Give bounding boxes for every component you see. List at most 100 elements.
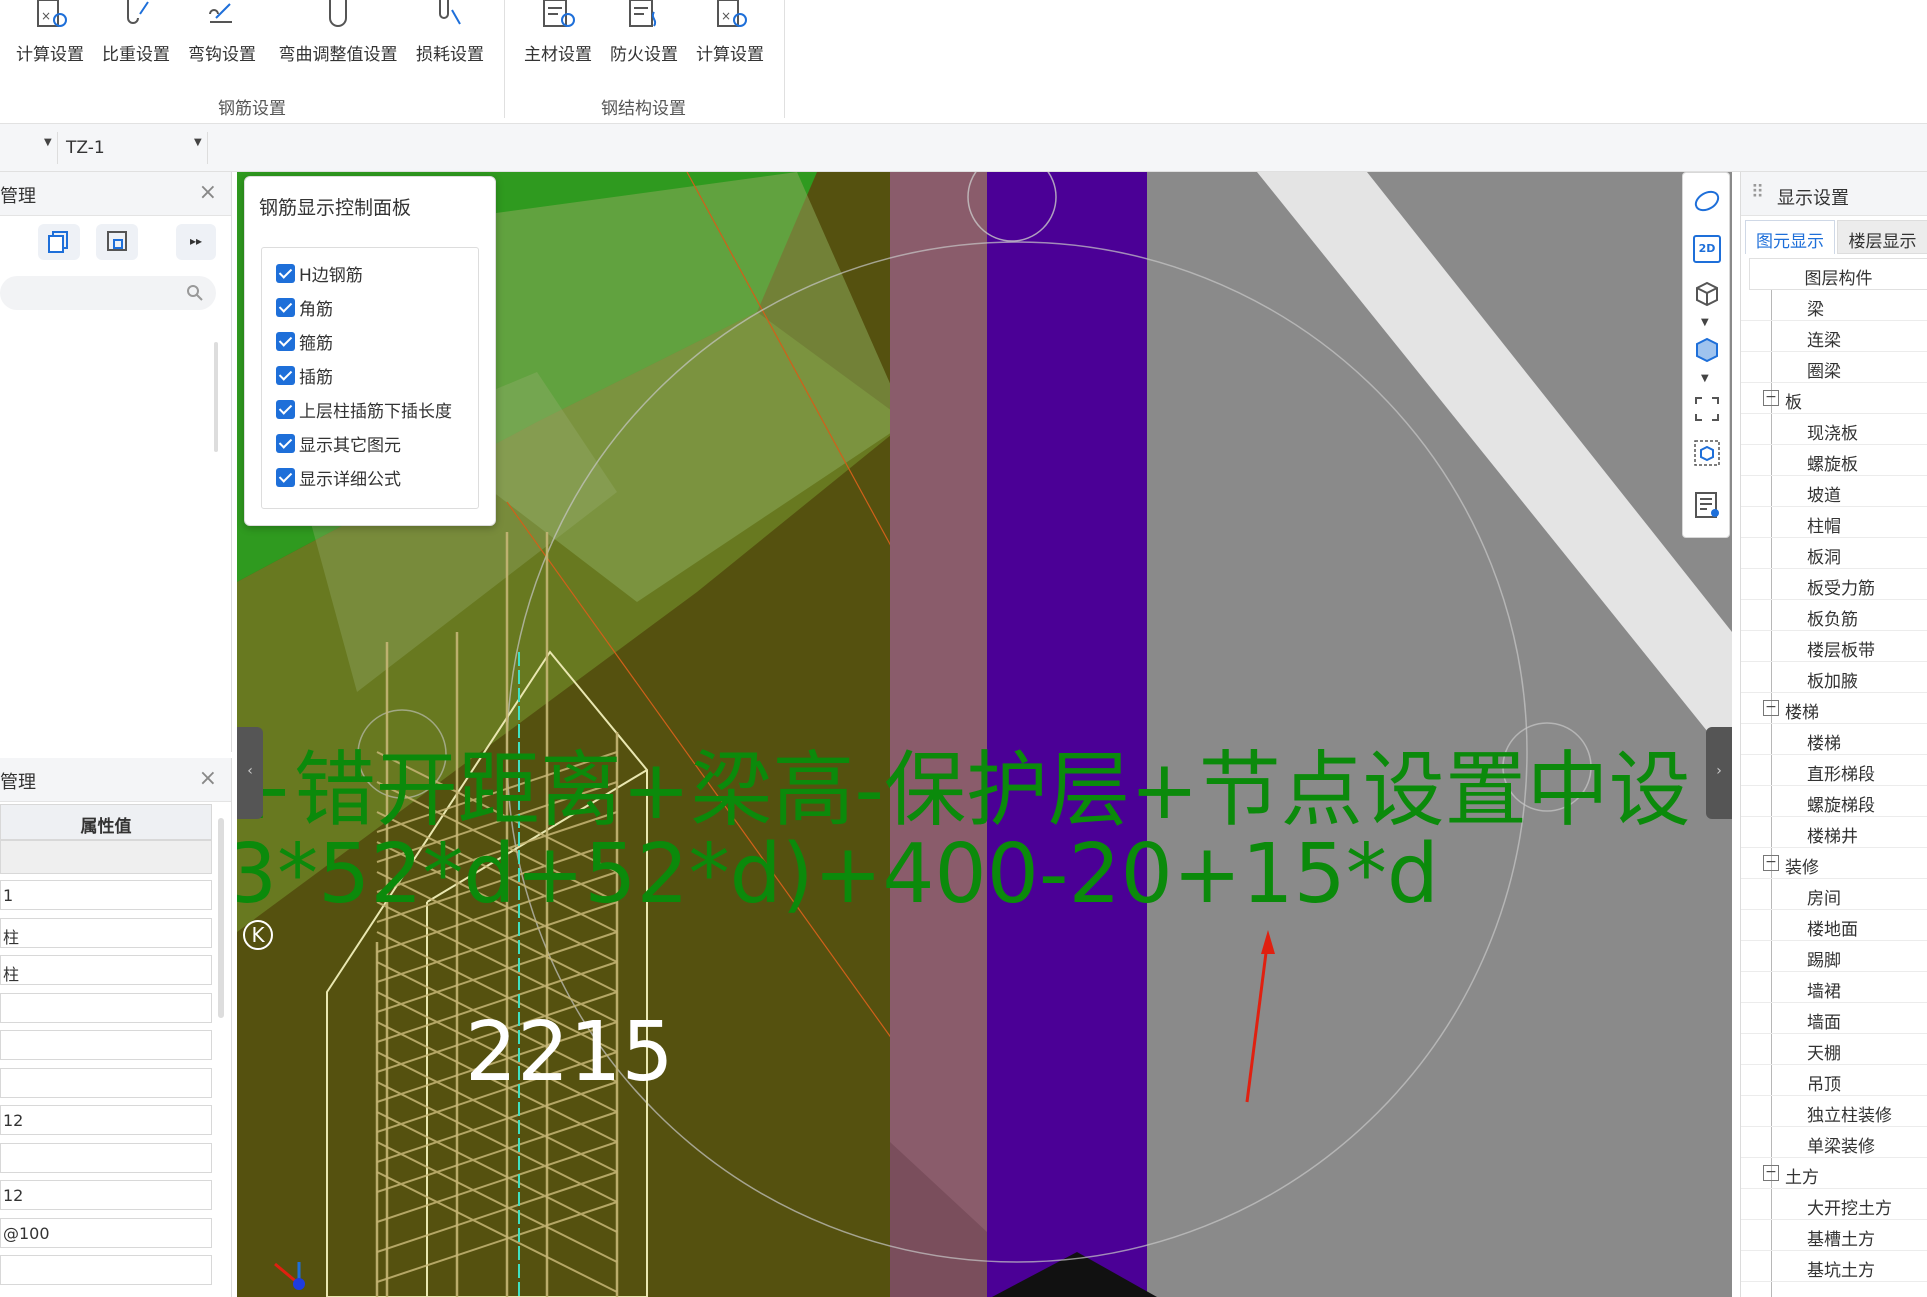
option-corner-rebar[interactable]: 角筋 (276, 292, 333, 322)
tree-item[interactable]: 吊顶 (1741, 1065, 1927, 1096)
tree-item[interactable]: 大开挖土方 (1741, 1189, 1927, 1220)
property-value[interactable]: 柱 (0, 918, 212, 948)
component-select[interactable]: TZ-1 (62, 132, 208, 164)
property-value[interactable] (0, 1255, 212, 1285)
density-settings-button[interactable]: 比重设置 (98, 0, 174, 70)
option-label: 角筋 (299, 299, 333, 320)
tree-item[interactable]: 基坑土方 (1741, 1251, 1927, 1282)
collapse-left-handle[interactable]: ‹ (237, 727, 263, 819)
tree-item[interactable]: 坡道 (1741, 476, 1927, 507)
checkbox-checked[interactable] (276, 399, 295, 419)
property-value[interactable]: 1 (0, 880, 212, 910)
more-button[interactable]: ▸▸ (176, 224, 216, 260)
property-value[interactable] (0, 1143, 212, 1173)
scrollbar[interactable] (218, 818, 224, 1018)
tree-item[interactable]: 楼梯井 (1741, 817, 1927, 848)
tree-item[interactable]: 基槽土方 (1741, 1220, 1927, 1251)
property-value[interactable] (0, 1068, 212, 1098)
tree-item[interactable]: 天棚 (1741, 1034, 1927, 1065)
chevron-down-icon[interactable]: ▼ (194, 137, 202, 148)
option-stirrup[interactable]: 箍筋 (276, 326, 333, 356)
close-icon[interactable]: × (199, 766, 217, 791)
drag-handle-icon[interactable]: ⠿ (1751, 182, 1764, 203)
tab-element-display[interactable]: 图元显示 (1745, 220, 1835, 254)
bend-adjust-button[interactable]: 弯曲调整值设置 (276, 0, 400, 70)
collapse-icon[interactable]: − (1763, 1165, 1779, 1181)
tree-item[interactable]: 单梁装修 (1741, 1127, 1927, 1158)
tree-item[interactable]: 圈梁 (1741, 352, 1927, 383)
tree-item[interactable]: 独立柱装修 (1741, 1096, 1927, 1127)
tree-item[interactable]: 板洞 (1741, 538, 1927, 569)
rotate-view-icon[interactable] (1693, 187, 1721, 215)
tree-item[interactable]: 现浇板 (1741, 414, 1927, 445)
property-value[interactable]: @100 (0, 1218, 212, 1248)
chevron-down-icon[interactable]: ▼ (44, 137, 52, 148)
option-dowel[interactable]: 插筋 (276, 360, 333, 390)
tree-item[interactable]: 楼梯 (1741, 724, 1927, 755)
option-show-other-elements[interactable]: 显示其它图元 (276, 428, 401, 458)
checkbox-checked[interactable] (276, 467, 295, 487)
search-icon[interactable] (186, 284, 204, 302)
tree-item[interactable]: 板加腋 (1741, 662, 1927, 693)
tree-item[interactable]: 螺旋梯段 (1741, 786, 1927, 817)
tree-item[interactable]: 梁 (1741, 290, 1927, 321)
checkbox-checked[interactable] (276, 331, 295, 351)
collapse-icon[interactable]: − (1763, 700, 1779, 716)
tree-item[interactable]: 楼地面 (1741, 910, 1927, 941)
checkbox-checked[interactable] (276, 365, 295, 385)
tree-item[interactable]: 踢脚 (1741, 941, 1927, 972)
3d-box-icon[interactable] (1693, 279, 1721, 307)
checkbox-checked[interactable] (276, 433, 295, 453)
option-label: 显示详细公式 (299, 469, 401, 490)
option-label: 上层柱插筋下插长度 (299, 401, 452, 422)
tree-item[interactable]: 墙面 (1741, 1003, 1927, 1034)
tree-item[interactable]: 板负筋 (1741, 600, 1927, 631)
tree-item[interactable]: 墙裙 (1741, 972, 1927, 1003)
collapse-right-handle[interactable]: › (1706, 727, 1732, 819)
tree-item[interactable]: 直形梯段 (1741, 755, 1927, 786)
copy-icon[interactable] (38, 224, 80, 260)
tree-item[interactable]: 房间 (1741, 879, 1927, 910)
save-icon[interactable] (96, 224, 138, 260)
view-toolbar: 2D ▼ ▼ (1682, 172, 1730, 538)
fit-frame-icon[interactable] (1693, 395, 1721, 423)
close-icon[interactable]: × (199, 180, 217, 205)
view-cube-icon[interactable] (1693, 439, 1721, 467)
tree-group[interactable]: − 板 (1741, 383, 1927, 414)
option-upper-dowel-length[interactable]: 上层柱插筋下插长度 (276, 394, 452, 424)
calc-settings-button[interactable]: × 计算设置 (12, 0, 88, 70)
tree-item[interactable]: 螺旋板 (1741, 445, 1927, 476)
material-settings-button[interactable]: 主材设置 (520, 0, 596, 70)
option-h-edge-rebar[interactable]: H边钢筋 (276, 258, 363, 288)
tree-group[interactable]: − 土方 (1741, 1158, 1927, 1189)
option-show-formula[interactable]: 显示详细公式 (276, 462, 401, 492)
tree-item[interactable]: 楼层板带 (1741, 631, 1927, 662)
property-value[interactable] (0, 1030, 212, 1060)
steel-calc-settings-button[interactable]: × 计算设置 (692, 0, 768, 70)
property-value[interactable]: 12 (0, 1105, 212, 1135)
2d-view-icon[interactable]: 2D (1693, 235, 1721, 263)
fire-settings-button[interactable]: 防火设置 (606, 0, 682, 70)
display-list-icon[interactable] (1693, 491, 1721, 519)
tree-item[interactable]: 板受力筋 (1741, 569, 1927, 600)
solid-box-icon[interactable] (1693, 335, 1721, 363)
tree-group[interactable]: − 装修 (1741, 848, 1927, 879)
checkbox-checked[interactable] (276, 297, 295, 317)
hook-settings-button[interactable]: 弯钩设置 (184, 0, 260, 70)
tab-floor-display[interactable]: 楼层显示 (1837, 220, 1927, 254)
scrollbar[interactable] (214, 342, 218, 452)
chevron-down-icon[interactable]: ▼ (1701, 317, 1709, 328)
chevron-down-icon[interactable]: ▼ (1701, 373, 1709, 384)
collapse-icon[interactable]: − (1763, 855, 1779, 871)
search-input[interactable] (0, 276, 216, 310)
tree-item[interactable]: 柱帽 (1741, 507, 1927, 538)
property-value[interactable]: 12 (0, 1180, 212, 1210)
loss-settings-button[interactable]: 损耗设置 (412, 0, 488, 70)
checkbox-checked[interactable] (276, 263, 295, 283)
property-value[interactable] (0, 993, 212, 1023)
tree-group[interactable]: − 楼梯 (1741, 693, 1927, 724)
rebar-display-control-panel: 钢筋显示控制面板 H边钢筋 角筋 箍筋 插筋 上层柱插筋下插长度 显示其它图元 … (244, 176, 496, 526)
property-value[interactable]: 柱 (0, 955, 212, 985)
tree-item[interactable]: 连梁 (1741, 321, 1927, 352)
collapse-icon[interactable]: − (1763, 390, 1779, 406)
